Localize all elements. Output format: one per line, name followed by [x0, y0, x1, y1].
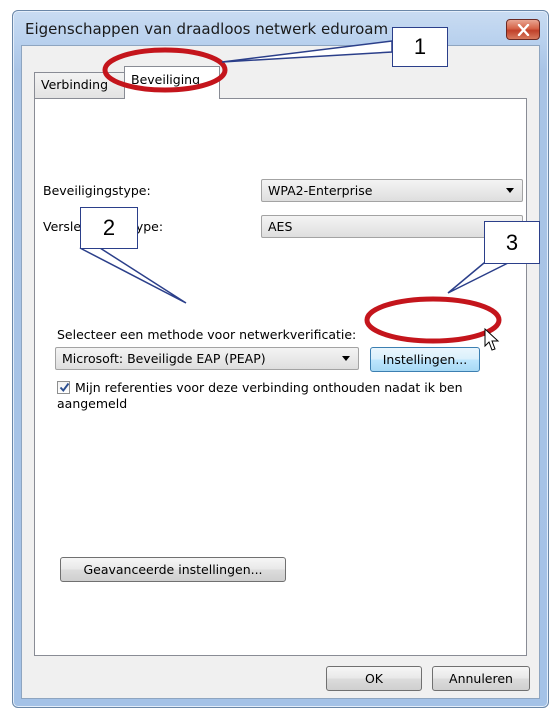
security-type-label: Beveiligingstype: [43, 183, 151, 198]
security-type-dropdown[interactable]: WPA2-Enterprise [261, 179, 523, 202]
tab-beveiliging-label: Beveiliging [131, 72, 201, 87]
callout-2: 2 [80, 207, 138, 249]
tab-verbinding-label: Verbinding [41, 77, 109, 92]
dialog-client-area: Verbinding Beveiliging Beveiligingstype:… [21, 45, 540, 699]
close-icon [517, 24, 530, 36]
chevron-down-icon [506, 188, 514, 193]
checkmark-icon [59, 382, 70, 392]
remember-credentials-label-line2: aangemeld [57, 396, 128, 411]
auth-method-value: Microsoft: Beveiligde EAP (PEAP) [62, 351, 266, 366]
close-button[interactable] [506, 19, 540, 40]
security-tab-panel: Beveiligingstype: WPA2-Enterprise Versle… [34, 98, 527, 656]
tab-verbinding[interactable]: Verbinding [34, 72, 134, 98]
callout-3: 3 [484, 221, 540, 264]
encryption-type-value: AES [268, 219, 293, 234]
cancel-button[interactable]: Annuleren [432, 666, 530, 691]
chevron-down-icon [342, 356, 350, 361]
settings-button[interactable]: Instellingen... [370, 347, 480, 372]
auth-method-dropdown[interactable]: Microsoft: Beveiligde EAP (PEAP) [55, 347, 359, 370]
callout-1: 1 [392, 27, 448, 67]
security-type-value: WPA2-Enterprise [268, 183, 373, 198]
title-bar[interactable]: Eigenschappen van draadloos netwerk edur… [13, 11, 548, 45]
remember-credentials-label: Mijn referenties voor deze verbinding on… [75, 380, 463, 395]
tab-beveiliging[interactable]: Beveiliging [124, 66, 220, 99]
dialog-window: Eigenschappen van draadloos netwerk edur… [12, 10, 549, 708]
advanced-settings-button[interactable]: Geavanceerde instellingen... [60, 557, 286, 582]
auth-method-label: Selecteer een methode voor netwerkverifi… [57, 327, 357, 342]
ok-button[interactable]: OK [326, 666, 422, 691]
remember-credentials-checkbox[interactable] [57, 381, 70, 394]
window-title: Eigenschappen van draadloos netwerk edur… [25, 20, 389, 38]
